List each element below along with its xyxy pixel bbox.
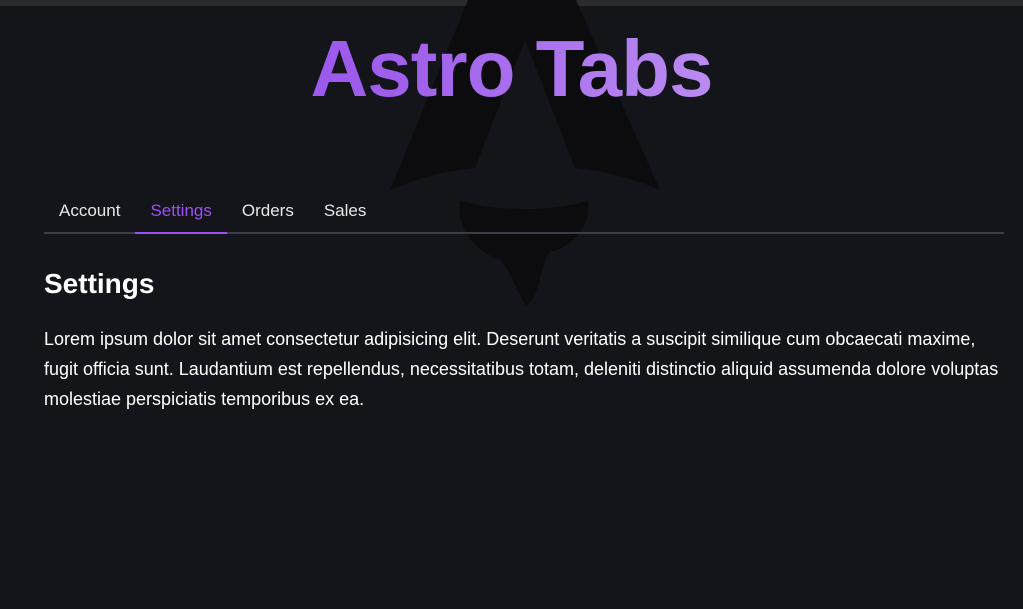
tab-account[interactable]: Account	[44, 190, 135, 232]
tab-label: Account	[59, 201, 121, 220]
panel-body: Lorem ipsum dolor sit amet consectetur a…	[44, 329, 999, 409]
tab-orders[interactable]: Orders	[227, 190, 309, 232]
panel-heading: Settings	[44, 268, 155, 299]
tab-sales[interactable]: Sales	[309, 190, 382, 232]
tab-settings[interactable]: Settings	[135, 190, 228, 234]
tab-panel: Settings Lorem ipsum dolor sit amet cons…	[44, 262, 1004, 414]
tab-label: Orders	[241, 201, 294, 220]
tab-label: Settings	[150, 201, 212, 220]
page: Astro Tabs Account Settings Orders Sales…	[0, 0, 1023, 609]
tab-bar: Account Settings Orders Sales	[44, 190, 1004, 234]
tab-label: Sales	[323, 201, 367, 220]
page-title: Astro Tabs	[0, 22, 1023, 116]
